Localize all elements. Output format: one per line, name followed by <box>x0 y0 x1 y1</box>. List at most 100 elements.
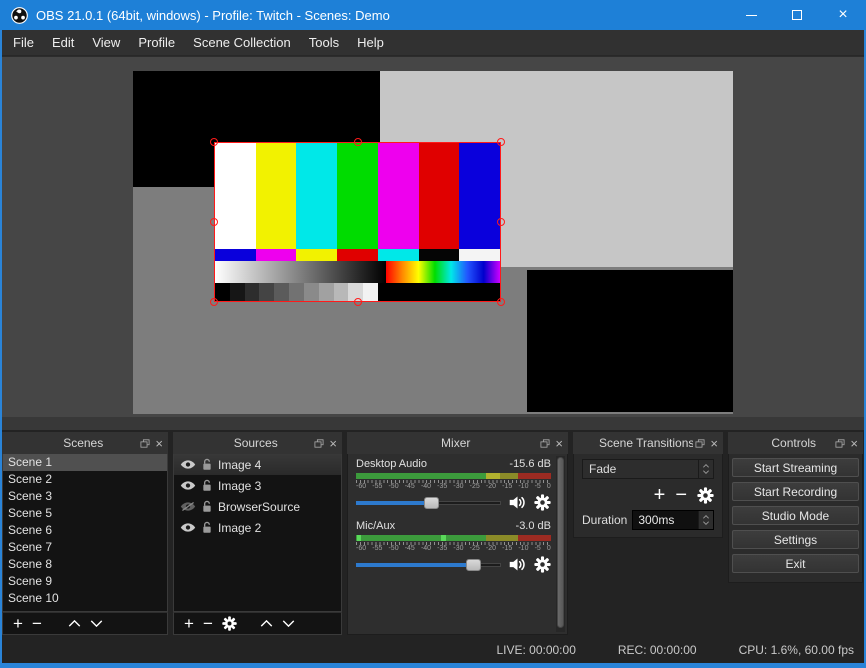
duration-spinner[interactable] <box>698 511 713 529</box>
resize-handle-bottom-center[interactable] <box>354 298 362 306</box>
mixer-panel: Mixer × Desktop Audio-15.6 dB-60-55-50-4… <box>347 432 568 635</box>
scene-list-item[interactable]: Scene 3 <box>3 488 167 505</box>
remove-transition-button[interactable]: − <box>675 485 687 505</box>
source-list-item[interactable]: Image 3 <box>174 475 341 496</box>
preview-canvas[interactable] <box>133 71 733 414</box>
close-panel-icon[interactable]: × <box>155 437 163 450</box>
move-source-down-button[interactable] <box>282 620 295 627</box>
volume-slider[interactable] <box>356 559 501 571</box>
lock-icon[interactable] <box>202 521 212 534</box>
close-panel-icon[interactable]: × <box>710 437 718 450</box>
lock-icon[interactable] <box>202 479 212 492</box>
source-properties-button[interactable] <box>222 616 237 631</box>
selected-source-test-pattern[interactable] <box>214 142 501 302</box>
close-panel-icon[interactable]: × <box>850 437 858 450</box>
scene-list-item[interactable]: Scene 6 <box>3 522 167 539</box>
gray-step <box>334 283 349 301</box>
transitions-panel-header[interactable]: Scene Transitions × <box>573 432 723 454</box>
resize-handle-top-right[interactable] <box>497 138 505 146</box>
resize-handle-top-left[interactable] <box>210 138 218 146</box>
source-list-item[interactable]: BrowserSource <box>174 496 341 517</box>
scene-list-item[interactable]: Scene 7 <box>3 539 167 556</box>
speaker-icon[interactable] <box>508 557 527 572</box>
tick-label: -30 <box>453 545 463 554</box>
color-bar-small <box>459 249 500 261</box>
visibility-eye-icon[interactable] <box>180 459 196 470</box>
controls-panel: Controls × Start Streaming Start Recordin… <box>728 432 863 582</box>
move-scene-up-button[interactable] <box>68 620 81 627</box>
scene-list-item[interactable]: Scene 1 <box>3 454 167 471</box>
sources-panel-header[interactable]: Sources × <box>173 432 342 454</box>
scene-list-item[interactable]: Scene 9 <box>3 573 167 590</box>
maximize-button[interactable] <box>774 0 820 30</box>
start-recording-button[interactable]: Start Recording <box>732 482 859 501</box>
visibility-eye-off-icon[interactable] <box>180 501 196 512</box>
transition-select[interactable]: Fade <box>582 459 714 479</box>
move-source-up-button[interactable] <box>260 620 273 627</box>
menu-view[interactable]: View <box>83 30 129 55</box>
float-panel-icon[interactable] <box>540 439 550 448</box>
resize-handle-bottom-left[interactable] <box>210 298 218 306</box>
close-button[interactable]: × <box>820 0 866 30</box>
resize-handle-mid-left[interactable] <box>210 218 218 226</box>
source-list-item[interactable]: Image 4 <box>174 454 341 475</box>
start-streaming-button[interactable]: Start Streaming <box>732 458 859 477</box>
mixer-panel-header[interactable]: Mixer × <box>347 432 568 454</box>
scene-list-item[interactable]: Scene 10 <box>3 590 167 607</box>
source-list-item[interactable]: Image 2 <box>174 517 341 538</box>
color-bar <box>419 143 460 249</box>
menu-bar: FileEditViewProfileScene CollectionTools… <box>2 30 864 56</box>
sources-panel-title: Sources <box>173 436 312 450</box>
resize-handle-mid-right[interactable] <box>497 218 505 226</box>
scenes-list[interactable]: Scene 1Scene 2Scene 3Scene 5Scene 6Scene… <box>2 454 168 612</box>
add-transition-button[interactable]: + <box>654 485 666 505</box>
scene-list-item[interactable]: Scene 2 <box>3 471 167 488</box>
float-panel-icon[interactable] <box>140 439 150 448</box>
exit-button[interactable]: Exit <box>732 554 859 573</box>
resize-handle-bottom-right[interactable] <box>497 298 505 306</box>
speaker-icon[interactable] <box>508 495 527 510</box>
studio-mode-button[interactable]: Studio Mode <box>732 506 859 525</box>
mixer-scrollbar-thumb[interactable] <box>557 457 564 628</box>
settings-button[interactable]: Settings <box>732 530 859 549</box>
visibility-eye-icon[interactable] <box>180 480 196 491</box>
scene-list-item[interactable]: Scene 8 <box>3 556 167 573</box>
color-bar-small <box>296 249 337 261</box>
lock-icon[interactable] <box>202 500 212 513</box>
remove-source-button[interactable]: − <box>203 615 213 632</box>
close-panel-icon[interactable]: × <box>555 437 563 450</box>
menu-file[interactable]: File <box>4 30 43 55</box>
add-scene-button[interactable]: + <box>13 615 23 632</box>
menu-scene-collection[interactable]: Scene Collection <box>184 30 300 55</box>
menu-profile[interactable]: Profile <box>129 30 184 55</box>
minimize-button[interactable] <box>728 0 774 30</box>
menu-help[interactable]: Help <box>348 30 393 55</box>
sources-list[interactable]: Image 4Image 3BrowserSourceImage 2 <box>173 454 342 612</box>
tick-label: -10 <box>518 545 528 554</box>
close-panel-icon[interactable]: × <box>329 437 337 450</box>
slider-thumb[interactable] <box>424 497 439 509</box>
mixer-scrollbar[interactable] <box>556 456 565 632</box>
add-source-button[interactable]: + <box>184 615 194 632</box>
remove-scene-button[interactable]: − <box>32 615 42 632</box>
transition-select-spinner[interactable] <box>698 460 713 478</box>
slider-thumb[interactable] <box>466 559 481 571</box>
float-panel-icon[interactable] <box>695 439 705 448</box>
float-panel-icon[interactable] <box>314 439 324 448</box>
menu-tools[interactable]: Tools <box>300 30 348 55</box>
move-scene-down-button[interactable] <box>90 620 103 627</box>
transition-properties-button[interactable] <box>697 487 714 504</box>
scenes-panel-header[interactable]: Scenes × <box>2 432 168 454</box>
visibility-eye-icon[interactable] <box>180 522 196 533</box>
lock-icon[interactable] <box>202 458 212 471</box>
duration-spinbox[interactable]: 300ms <box>632 510 714 530</box>
volume-slider[interactable] <box>356 497 501 509</box>
menu-edit[interactable]: Edit <box>43 30 83 55</box>
channel-settings-gear-icon[interactable] <box>534 494 551 511</box>
resize-handle-top-center[interactable] <box>354 138 362 146</box>
scene-list-item[interactable]: Scene 5 <box>3 505 167 522</box>
title-bar[interactable]: OBS 21.0.1 (64bit, windows) - Profile: T… <box>0 0 866 30</box>
float-panel-icon[interactable] <box>835 439 845 448</box>
controls-panel-header[interactable]: Controls × <box>728 432 863 454</box>
channel-settings-gear-icon[interactable] <box>534 556 551 573</box>
